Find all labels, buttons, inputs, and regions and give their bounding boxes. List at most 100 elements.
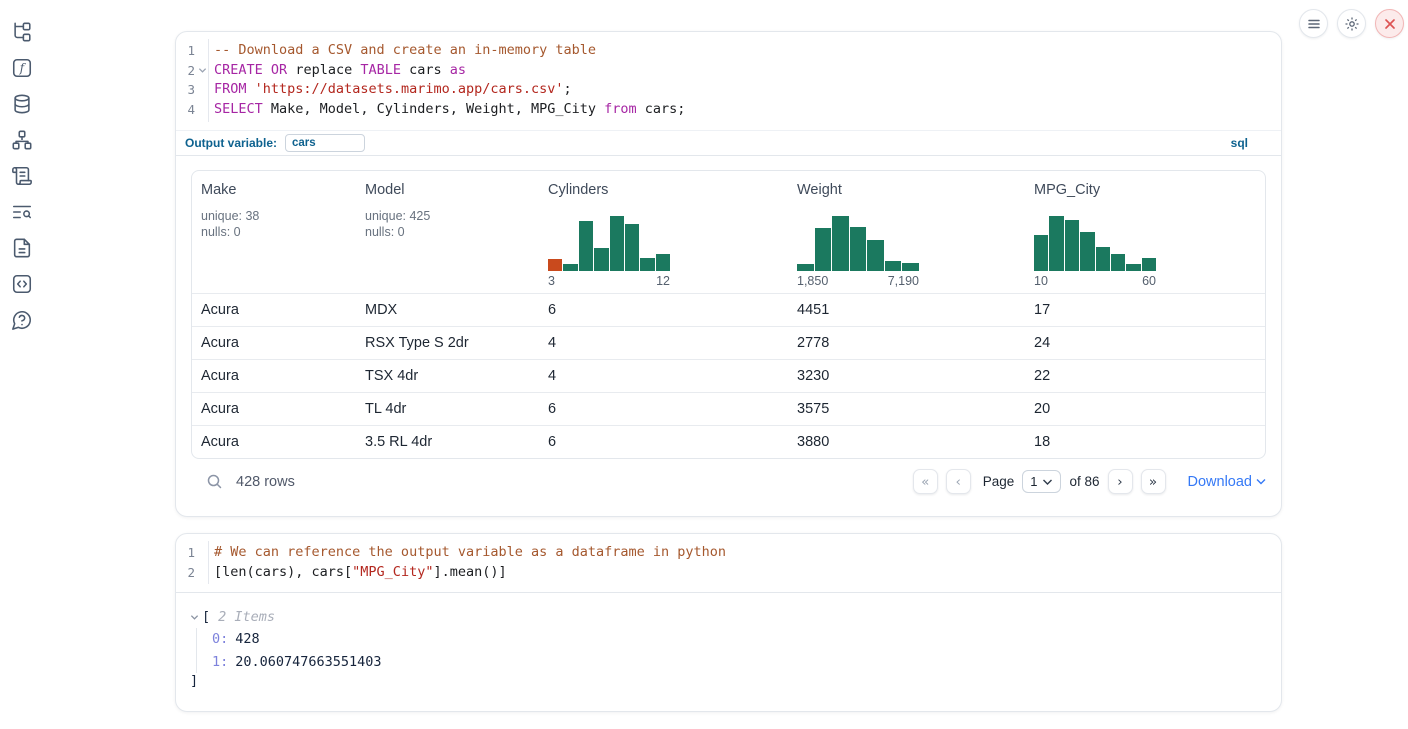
table-cell: 2778 bbox=[788, 326, 1025, 359]
python-code-editor[interactable]: 1# We can reference the output variable … bbox=[176, 534, 1281, 593]
histogram-axis: 1,850 7,190 bbox=[797, 274, 919, 288]
items-count-label: 2 Items bbox=[218, 608, 275, 626]
histogram-bar[interactable] bbox=[579, 221, 593, 271]
histogram-bar[interactable] bbox=[1096, 247, 1110, 271]
code-line[interactable]: 1-- Download a CSV and create an in-memo… bbox=[176, 41, 1281, 61]
table-cell: 6 bbox=[539, 392, 788, 425]
table-cell: 22 bbox=[1025, 359, 1265, 392]
histogram-bar[interactable] bbox=[625, 224, 639, 271]
column-label[interactable]: MPG_City bbox=[1034, 182, 1265, 198]
histogram-bar[interactable] bbox=[815, 228, 832, 271]
help-icon[interactable] bbox=[11, 309, 33, 331]
close-icon bbox=[1384, 18, 1396, 30]
histogram-bar[interactable] bbox=[1049, 216, 1063, 271]
table-cell: 4451 bbox=[788, 293, 1025, 326]
page-total-label: of 86 bbox=[1069, 474, 1099, 489]
histogram-bar[interactable] bbox=[867, 240, 884, 271]
column-label[interactable]: Weight bbox=[797, 182, 1025, 198]
file-explorer-icon[interactable] bbox=[11, 21, 33, 43]
table-header: Make unique: 38 nulls: 0 Model unique: 4… bbox=[192, 171, 1265, 293]
page-select[interactable]: 1 bbox=[1022, 470, 1061, 493]
histogram-bar[interactable] bbox=[1111, 254, 1125, 271]
histogram-bar[interactable] bbox=[1126, 264, 1140, 271]
settings-button[interactable] bbox=[1337, 9, 1366, 38]
pagination: « ‹ Page 1 of 86 › » Download bbox=[913, 469, 1266, 494]
item-value: 20.060747663551403 bbox=[235, 654, 381, 670]
histogram-bar[interactable] bbox=[1065, 220, 1079, 271]
histogram-bar[interactable] bbox=[902, 263, 919, 271]
histogram-bar[interactable] bbox=[1142, 258, 1156, 271]
table-cell: 4 bbox=[539, 359, 788, 392]
output-variable-label: Output variable: bbox=[185, 136, 277, 150]
sidebar: f bbox=[0, 0, 44, 729]
first-page-button[interactable]: « bbox=[913, 469, 938, 494]
close-bracket: ] bbox=[190, 673, 1281, 689]
row-count: 428 rows bbox=[236, 474, 295, 490]
code-line[interactable]: 2[len(cars), cars["MPG_City"].mean()] bbox=[176, 563, 1281, 583]
column-header-cylinders: Cylinders 3 12 bbox=[539, 171, 788, 293]
histogram-bar[interactable] bbox=[594, 248, 608, 271]
table-cell: MDX bbox=[356, 293, 539, 326]
histogram-bar[interactable] bbox=[656, 254, 670, 271]
table-row[interactable]: AcuraRSX Type S 2dr4277824 bbox=[192, 326, 1265, 359]
item-index: 0: bbox=[212, 631, 228, 647]
documentation-icon[interactable] bbox=[11, 237, 33, 259]
datasources-icon[interactable] bbox=[11, 93, 33, 115]
gear-icon bbox=[1344, 16, 1360, 32]
column-header-mpg-city: MPG_City 10 60 bbox=[1025, 171, 1265, 293]
histogram-bar[interactable] bbox=[850, 227, 867, 271]
table-row[interactable]: AcuraTSX 4dr4323022 bbox=[192, 359, 1265, 392]
column-header-weight: Weight 1,850 7,190 bbox=[788, 171, 1025, 293]
item-index: 1: bbox=[212, 654, 228, 670]
table-cell: 24 bbox=[1025, 326, 1265, 359]
sql-cell: 1-- Download a CSV and create an in-memo… bbox=[175, 31, 1282, 517]
collapse-chevron-icon[interactable] bbox=[190, 613, 199, 622]
histogram-bar[interactable] bbox=[1080, 232, 1094, 271]
table-row[interactable]: AcuraMDX6445117 bbox=[192, 293, 1265, 326]
svg-text:f: f bbox=[19, 61, 27, 75]
column-header-model: Model unique: 425 nulls: 0 bbox=[356, 171, 539, 293]
logs-icon[interactable] bbox=[11, 201, 33, 223]
table-cell: 17 bbox=[1025, 293, 1265, 326]
snippets-icon[interactable] bbox=[11, 273, 33, 295]
column-label[interactable]: Cylinders bbox=[548, 182, 788, 198]
column-label[interactable]: Make bbox=[201, 182, 356, 198]
shutdown-button[interactable] bbox=[1375, 9, 1404, 38]
output-variable-input[interactable] bbox=[285, 134, 365, 152]
histogram-bar[interactable] bbox=[640, 258, 654, 271]
next-page-button[interactable]: › bbox=[1108, 469, 1133, 494]
table-cell: Acura bbox=[192, 425, 356, 458]
search-icon[interactable] bbox=[206, 473, 223, 490]
histogram-bar[interactable] bbox=[797, 264, 814, 271]
code-line[interactable]: 2CREATE OR replace TABLE cars as bbox=[176, 61, 1281, 81]
column-label[interactable]: Model bbox=[365, 182, 539, 198]
sql-code-editor[interactable]: 1-- Download a CSV and create an in-memo… bbox=[176, 32, 1281, 130]
histogram-bar[interactable] bbox=[885, 261, 902, 271]
prev-page-button[interactable]: ‹ bbox=[946, 469, 971, 494]
table-cell: RSX Type S 2dr bbox=[356, 326, 539, 359]
table-cell: 20 bbox=[1025, 392, 1265, 425]
histogram-bar[interactable] bbox=[1034, 235, 1048, 271]
variables-icon[interactable]: f bbox=[11, 57, 33, 79]
code-line[interactable]: 3FROM 'https://datasets.marimo.app/cars.… bbox=[176, 80, 1281, 100]
code-line[interactable]: 4SELECT Make, Model, Cylinders, Weight, … bbox=[176, 100, 1281, 120]
menu-button[interactable] bbox=[1299, 9, 1328, 38]
notebook-controls bbox=[1299, 9, 1404, 38]
histogram-bar[interactable] bbox=[832, 216, 849, 271]
download-button[interactable]: Download bbox=[1188, 474, 1267, 490]
histogram-bar[interactable] bbox=[563, 264, 577, 271]
histogram-bar[interactable] bbox=[610, 216, 624, 271]
scratchpad-icon[interactable] bbox=[11, 165, 33, 187]
table-row[interactable]: AcuraTL 4dr6357520 bbox=[192, 392, 1265, 425]
table-cell: 3575 bbox=[788, 392, 1025, 425]
table-cell: 4 bbox=[539, 326, 788, 359]
chevron-down-icon bbox=[1042, 478, 1053, 486]
table-row[interactable]: Acura3.5 RL 4dr6388018 bbox=[192, 425, 1265, 458]
mpg-city-histogram: 10 60 bbox=[1034, 216, 1156, 288]
code-line[interactable]: 1# We can reference the output variable … bbox=[176, 543, 1281, 563]
histogram-axis: 10 60 bbox=[1034, 274, 1156, 288]
last-page-button[interactable]: » bbox=[1141, 469, 1166, 494]
output-variable-row: Output variable: sql bbox=[176, 130, 1281, 156]
dependency-graph-icon[interactable] bbox=[11, 129, 33, 151]
histogram-bar[interactable] bbox=[548, 259, 562, 271]
